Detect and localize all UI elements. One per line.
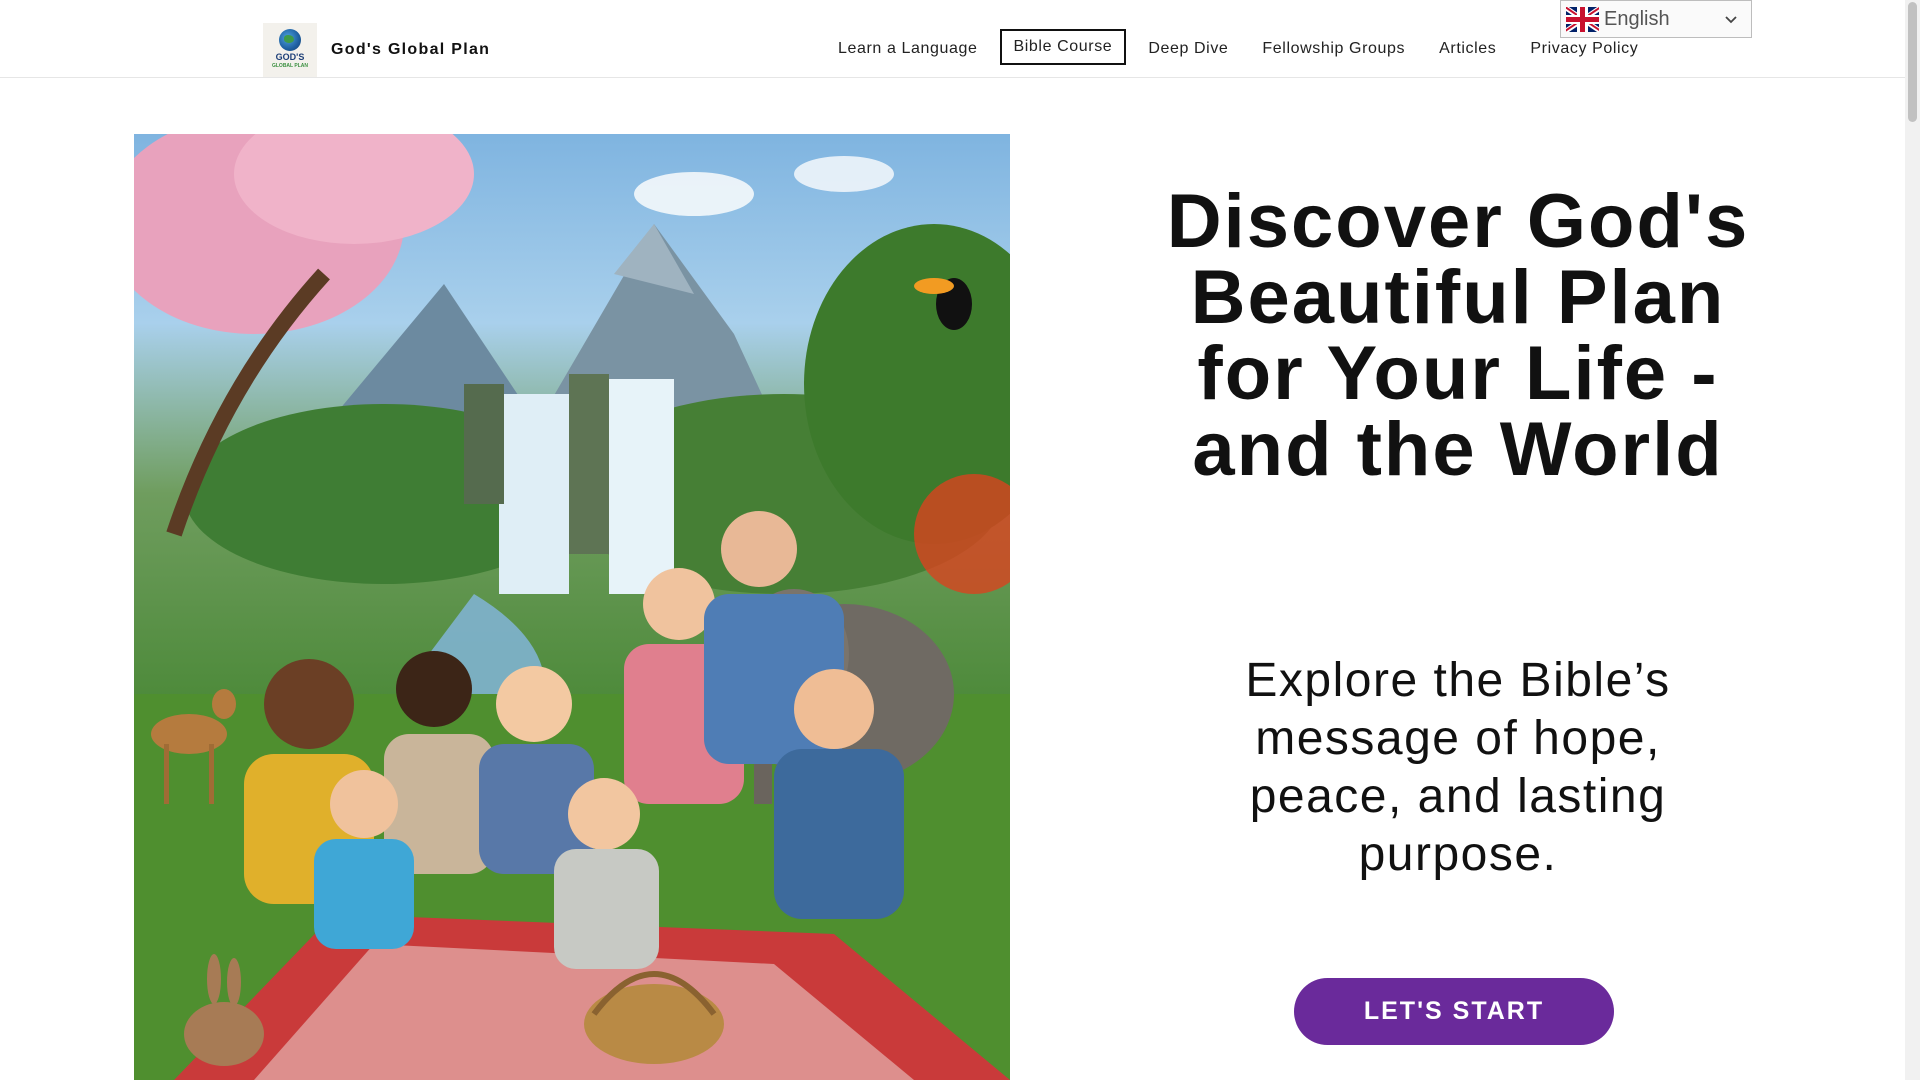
nav-articles[interactable]: Articles bbox=[1427, 32, 1508, 66]
main-nav: Learn a Language Bible Course Deep Dive … bbox=[826, 29, 1660, 66]
globe-icon bbox=[279, 29, 301, 51]
nav-deep-dive[interactable]: Deep Dive bbox=[1136, 32, 1240, 66]
language-select[interactable]: English bbox=[1560, 0, 1752, 38]
chevron-down-icon bbox=[1725, 16, 1737, 24]
page-scrollbar[interactable] bbox=[1905, 0, 1920, 1080]
hero-title: Discover God's Beautiful Plan for Your L… bbox=[1166, 179, 1750, 492]
lets-start-button[interactable]: LET'S START bbox=[1294, 978, 1614, 1045]
nav-bible-course[interactable]: Bible Course bbox=[999, 29, 1127, 65]
nav-fellowship-groups[interactable]: Fellowship Groups bbox=[1250, 32, 1417, 66]
brand[interactable]: GOD'S GLOBAL PLAN God's Global Plan bbox=[263, 23, 490, 77]
language-selected: English bbox=[1604, 7, 1670, 30]
logo-text: GOD'S bbox=[275, 52, 305, 62]
page: GOD'S GLOBAL PLAN God's Global Plan Lear… bbox=[0, 0, 1920, 1080]
scrollbar-thumb[interactable] bbox=[1908, 2, 1917, 122]
hero-subtitle: Explore the Bible’s message of hope, pea… bbox=[1245, 654, 1671, 881]
site-logo[interactable]: GOD'S GLOBAL PLAN bbox=[263, 23, 317, 77]
nav-learn-a-language[interactable]: Learn a Language bbox=[826, 32, 990, 66]
uk-flag-icon bbox=[1566, 6, 1599, 32]
hero-image bbox=[134, 134, 1010, 1080]
logo-subtext: GLOBAL PLAN bbox=[271, 63, 309, 69]
hero-illustration bbox=[134, 134, 1010, 1080]
site-name[interactable]: God's Global Plan bbox=[331, 41, 490, 59]
site-header: GOD'S GLOBAL PLAN God's Global Plan Lear… bbox=[0, 0, 1905, 78]
